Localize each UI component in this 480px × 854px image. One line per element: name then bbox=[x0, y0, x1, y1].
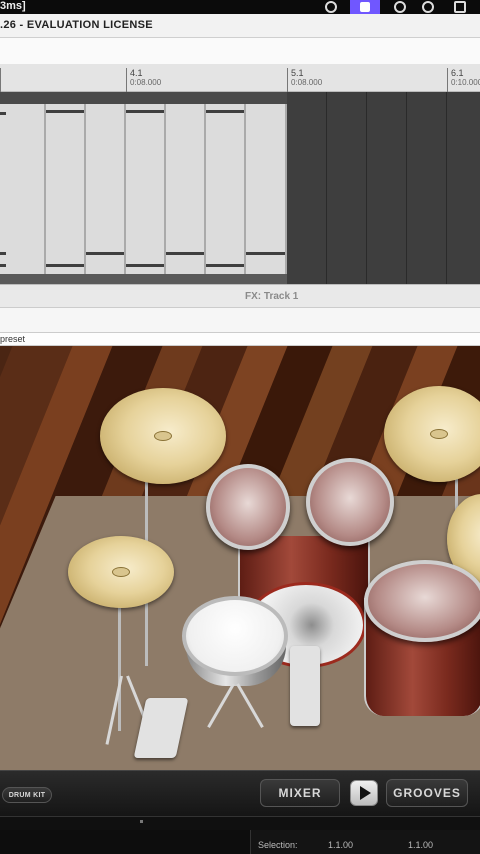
window-title: .26 - EVALUATION LICENSE bbox=[0, 19, 153, 31]
midi-clip[interactable] bbox=[126, 104, 166, 274]
drum-kit-view[interactable] bbox=[0, 346, 480, 770]
snare-drum[interactable] bbox=[182, 596, 288, 676]
play-icon bbox=[360, 786, 371, 800]
midi-clip[interactable] bbox=[0, 104, 46, 274]
rack-tom-2[interactable] bbox=[306, 458, 394, 546]
rack-tom-1[interactable] bbox=[206, 464, 290, 550]
play-button[interactable] bbox=[350, 780, 378, 806]
selection-end[interactable]: 1.1.00 bbox=[408, 840, 433, 850]
hihat-cymbal[interactable] bbox=[68, 536, 174, 608]
preset-label: preset bbox=[0, 334, 26, 344]
ruler-bar-label: 6.1 bbox=[451, 68, 464, 78]
ruler-mark: 5.1 0:08.000 bbox=[287, 68, 322, 92]
ruler-mark: 6.1 0:10.000 bbox=[447, 68, 480, 92]
ruler-time-label: 0:10.000 bbox=[451, 78, 480, 87]
ruler-bar-label: 5.1 bbox=[291, 68, 304, 78]
clock-text: 3ms] bbox=[0, 0, 26, 12]
app-icon[interactable] bbox=[420, 0, 436, 14]
drum-kit-button[interactable]: DRUM KIT bbox=[2, 787, 52, 803]
ruler-time-label: 0:08.000 bbox=[130, 78, 162, 87]
chrome-icon[interactable] bbox=[323, 0, 339, 14]
toolbar-area bbox=[0, 38, 480, 64]
screen-recorder-icon[interactable] bbox=[350, 0, 380, 14]
timeline-ruler[interactable]: 4.1 0:08.000 5.1 0:08.000 6.1 0:10.000 bbox=[0, 64, 480, 92]
ruler-bar-label: 4.1 bbox=[130, 68, 143, 78]
window-title-bar: .26 - EVALUATION LICENSE bbox=[0, 14, 480, 38]
floor-tom[interactable] bbox=[364, 560, 480, 642]
selection-label: Selection: bbox=[258, 840, 298, 850]
crash-cymbal[interactable] bbox=[100, 388, 226, 484]
midi-clip[interactable] bbox=[46, 104, 86, 274]
midi-clip[interactable] bbox=[86, 104, 126, 274]
system-top-bar: 3ms] bbox=[0, 0, 480, 14]
fx-chain-title: FX: Track 1 bbox=[245, 291, 299, 302]
transport-strip bbox=[0, 816, 480, 830]
midi-clip[interactable] bbox=[166, 104, 206, 274]
status-bar: Selection: 1.1.00 1.1.00 bbox=[0, 830, 480, 854]
selection-start[interactable]: 1.1.00 bbox=[328, 840, 353, 850]
mixer-button[interactable]: MIXER bbox=[260, 779, 340, 807]
track-area[interactable] bbox=[0, 92, 480, 284]
preset-bar[interactable]: preset bbox=[0, 332, 480, 346]
ruler-mark bbox=[0, 68, 4, 92]
ruler-mark: 4.1 0:08.000 bbox=[126, 68, 161, 92]
midi-clip[interactable] bbox=[246, 104, 287, 274]
fx-toolbar bbox=[0, 308, 480, 332]
grid-line bbox=[366, 92, 367, 284]
grid-line bbox=[446, 92, 447, 284]
empty-track-region bbox=[287, 92, 480, 284]
fx-chain-header[interactable]: FX: Track 1 bbox=[0, 284, 480, 308]
ruler-time-label: 0:08.000 bbox=[291, 78, 323, 87]
drum-control-bar: DRUM KIT MIXER GROOVES bbox=[0, 770, 480, 816]
midi-clip[interactable] bbox=[206, 104, 246, 274]
warning-icon[interactable] bbox=[452, 0, 468, 14]
firefox-icon[interactable] bbox=[392, 0, 408, 14]
kick-pedal[interactable] bbox=[290, 646, 320, 726]
grooves-button[interactable]: GROOVES bbox=[386, 779, 468, 807]
grid-line bbox=[326, 92, 327, 284]
grid-line bbox=[406, 92, 407, 284]
